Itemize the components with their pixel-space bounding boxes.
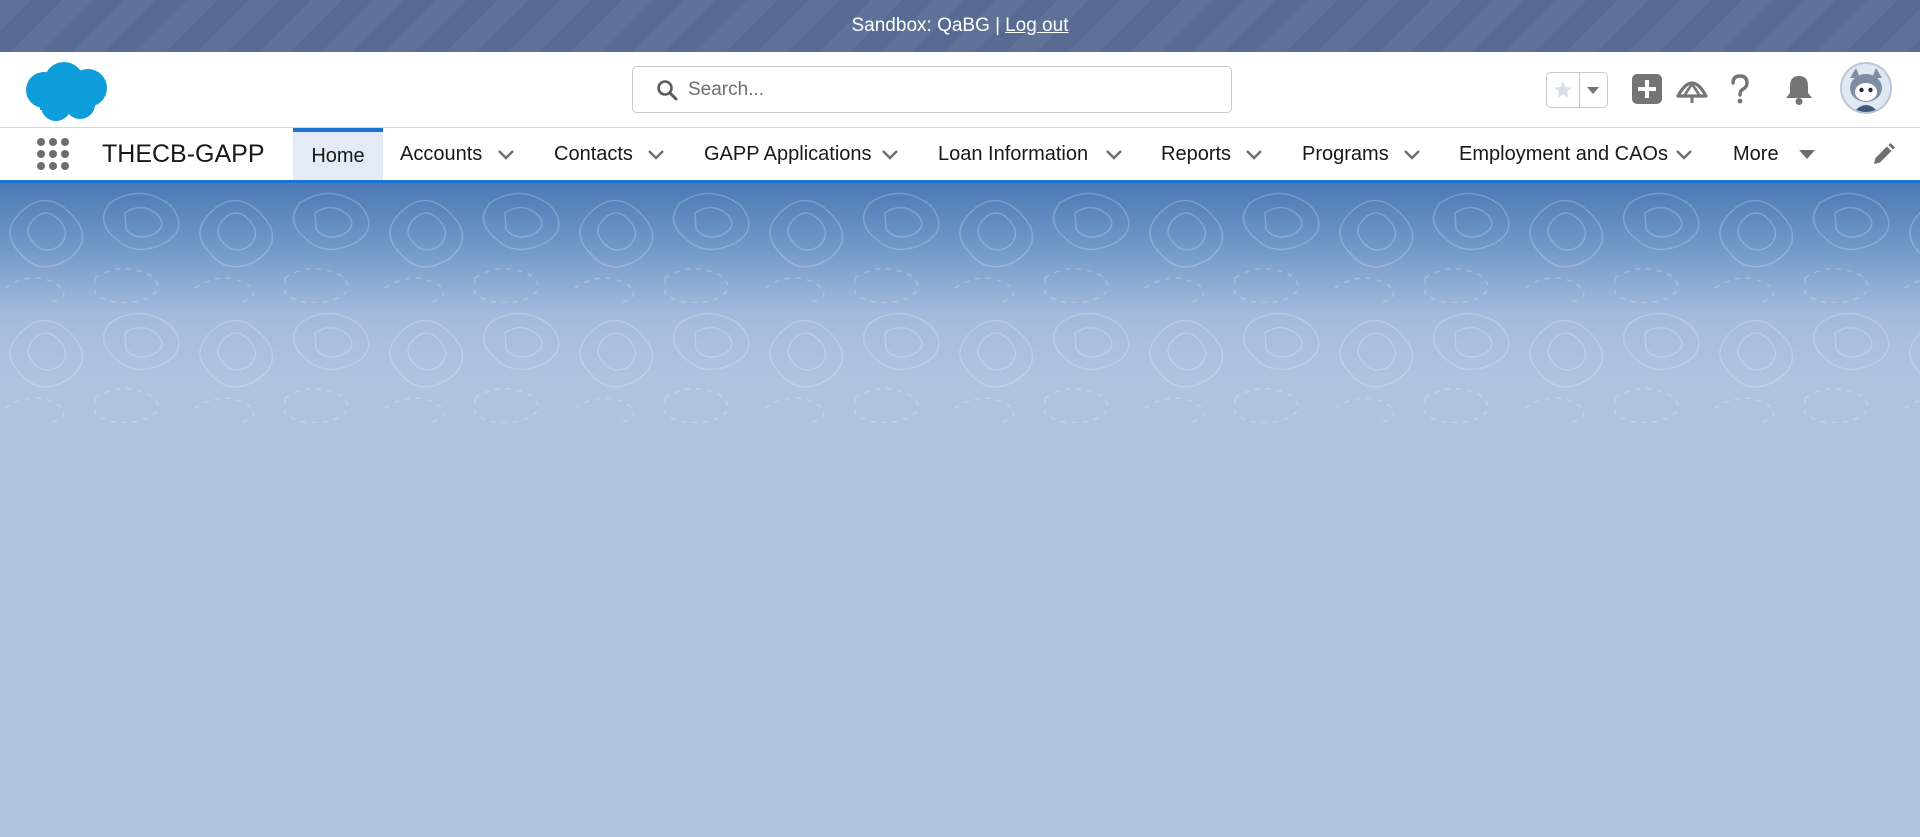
salesforce-logo[interactable] <box>22 60 112 124</box>
tab-label: More <box>1733 142 1779 165</box>
search-input[interactable] <box>688 78 1208 101</box>
tab-label: Accounts <box>400 142 483 165</box>
add-icon[interactable] <box>1628 70 1666 108</box>
app-name: THECB-GAPP <box>102 140 265 168</box>
tab-label: Programs <box>1302 142 1389 165</box>
tab-gapp-applications[interactable]: GAPP Applications <box>704 128 914 180</box>
chevron-down-icon[interactable] <box>1244 145 1264 165</box>
logout-link[interactable]: Log out <box>1005 15 1068 37</box>
tab-programs[interactable]: Programs <box>1302 128 1432 180</box>
tab-loan-information[interactable]: Loan Information <box>938 128 1128 180</box>
tab-reports[interactable]: Reports <box>1161 128 1271 180</box>
chevron-down-icon[interactable] <box>496 145 516 165</box>
tab-more[interactable]: More <box>1733 128 1823 180</box>
search-icon <box>656 79 678 101</box>
bell-icon[interactable] <box>1780 70 1818 108</box>
tab-home[interactable]: Home <box>293 128 383 180</box>
chevron-down-icon[interactable] <box>1402 145 1422 165</box>
tab-employment-and-caos[interactable]: Employment and CAOs <box>1459 128 1699 180</box>
sandbox-banner: Sandbox: QaBG | Log out <box>0 0 1920 52</box>
global-search[interactable] <box>632 66 1232 113</box>
edit-nav-icon[interactable] <box>1870 142 1896 168</box>
avatar[interactable] <box>1840 62 1892 114</box>
sandbox-label: Sandbox: QaBG | <box>851 15 1001 36</box>
chevron-down-icon[interactable] <box>646 145 666 165</box>
topographic-pattern <box>0 183 1920 423</box>
tab-label: Loan Information <box>938 142 1089 165</box>
tab-label: GAPP Applications <box>704 142 872 165</box>
tab-label: Employment and CAOs <box>1459 142 1668 165</box>
caret-down-icon[interactable] <box>1580 73 1607 107</box>
help-icon[interactable] <box>1721 70 1759 108</box>
tab-contacts[interactable]: Contacts <box>554 128 674 180</box>
chevron-down-icon[interactable] <box>1674 145 1694 165</box>
main-content-background <box>0 183 1920 837</box>
app-navigation: THECB-GAPP Home Accounts Contacts GAPP A… <box>0 128 1920 183</box>
chevron-down-icon[interactable] <box>880 145 900 165</box>
tab-label: Contacts <box>554 142 633 165</box>
trailhead-icon[interactable] <box>1673 70 1711 108</box>
tab-accounts[interactable]: Accounts <box>400 128 520 180</box>
global-header <box>0 52 1920 128</box>
chevron-down-icon[interactable] <box>1104 145 1124 165</box>
favorites-group <box>1546 72 1608 108</box>
caret-down-icon[interactable] <box>1797 145 1817 165</box>
star-icon[interactable] <box>1547 73 1580 107</box>
tab-label: Home <box>311 144 365 167</box>
tab-label: Reports <box>1161 142 1232 165</box>
app-launcher-icon[interactable] <box>36 137 70 171</box>
